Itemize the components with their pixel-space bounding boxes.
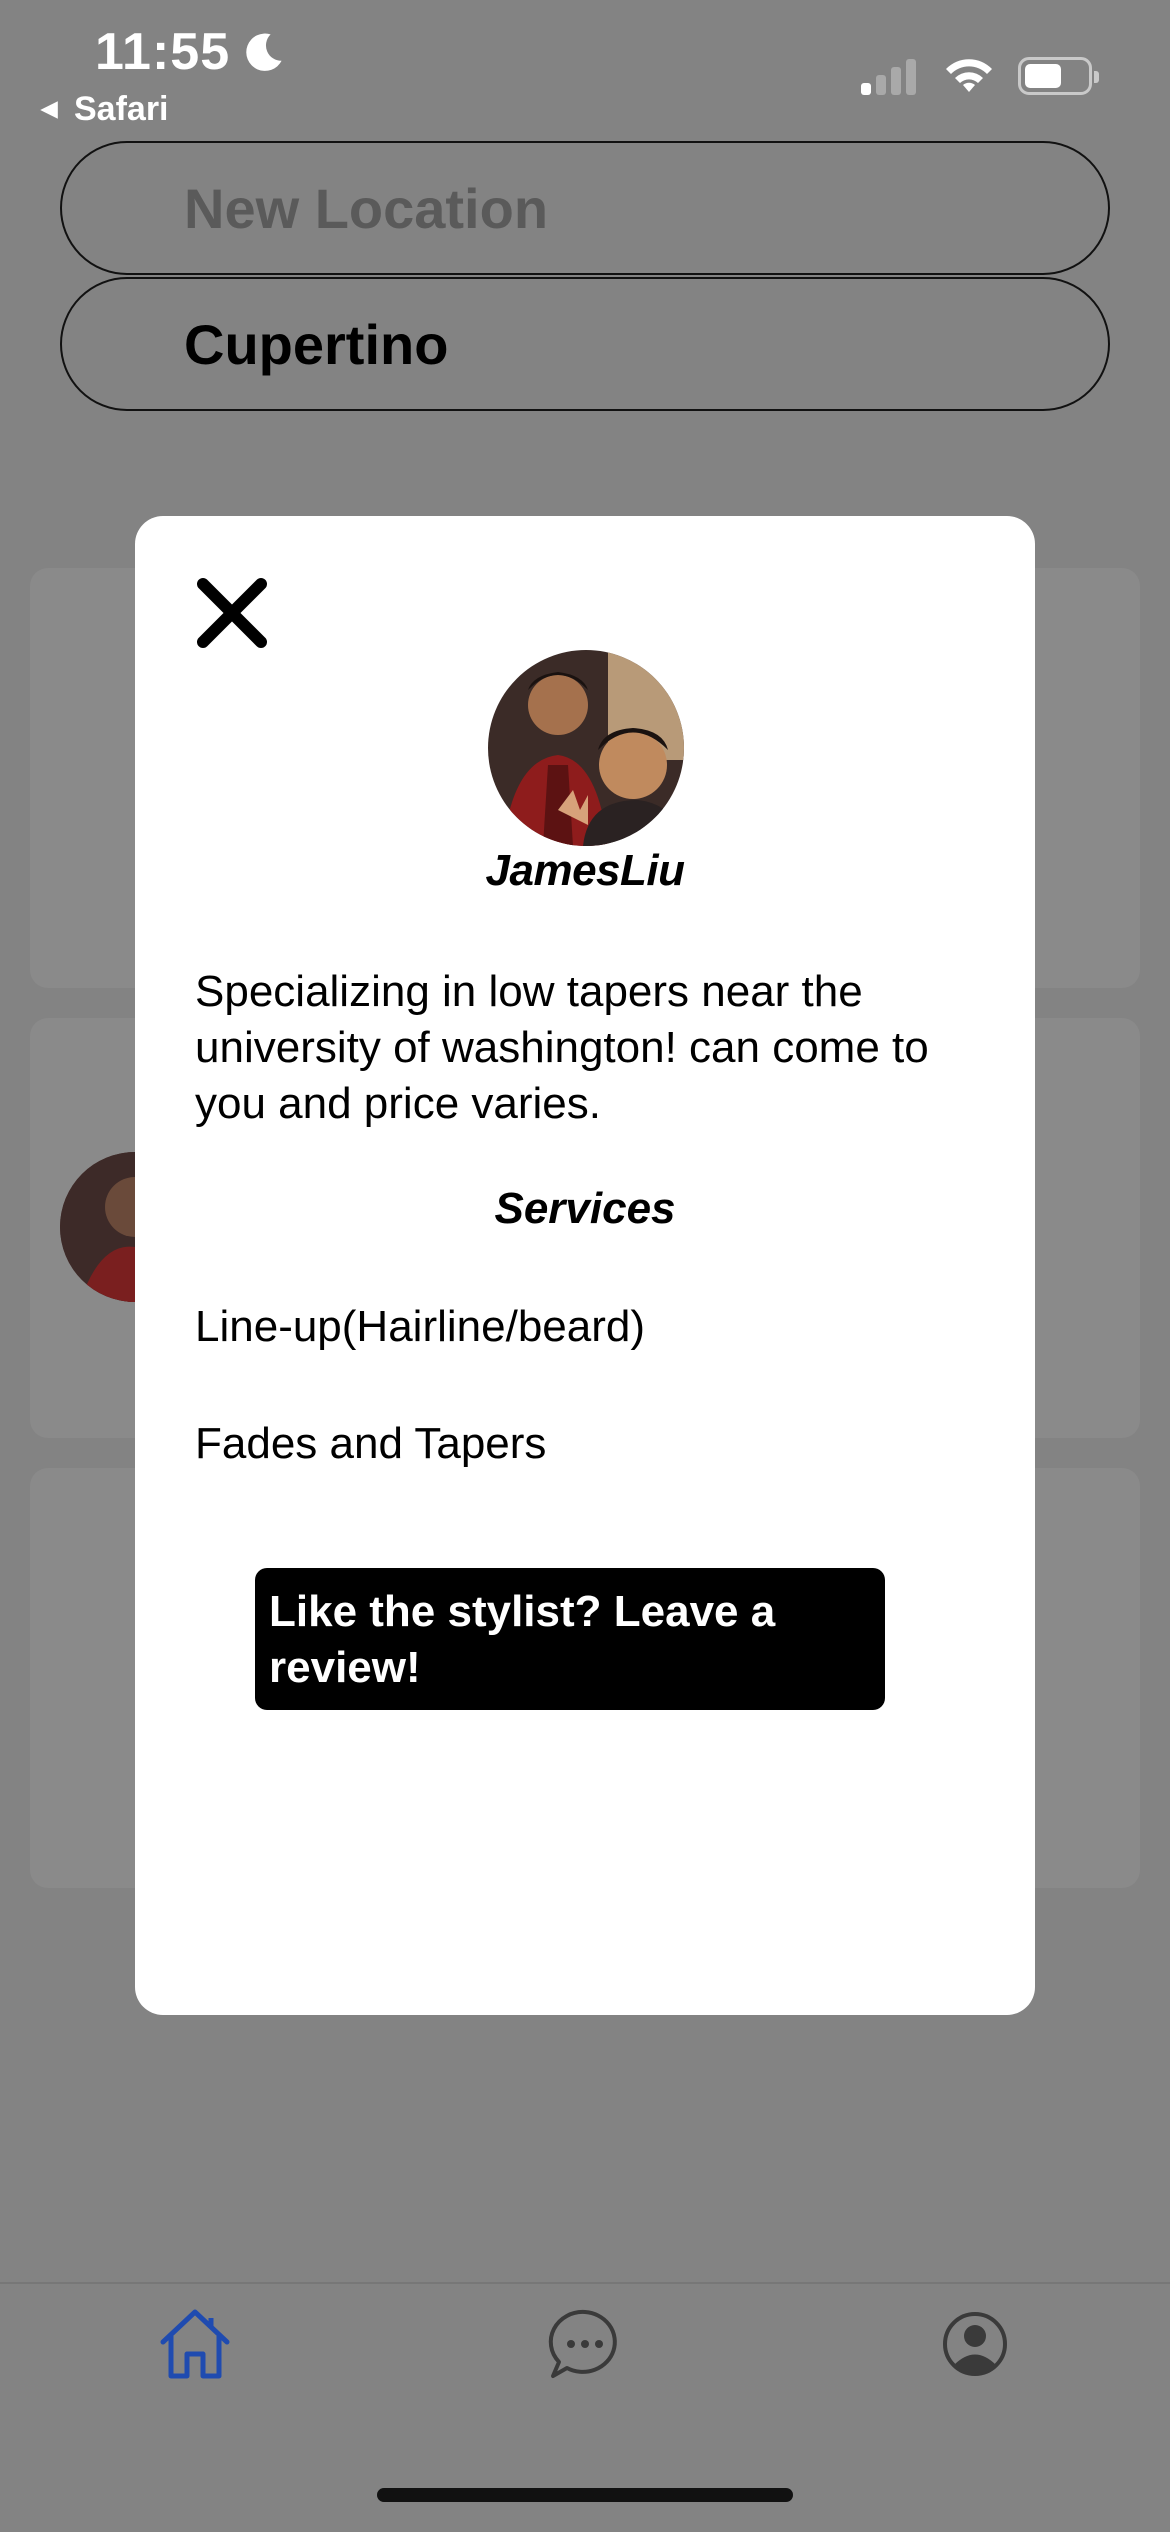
home-indicator <box>377 2488 793 2502</box>
wifi-icon <box>946 59 992 92</box>
leave-review-button[interactable]: Like the stylist? Leave a review! <box>255 1568 885 1710</box>
moon-icon <box>246 33 282 71</box>
chat-icon[interactable] <box>545 2304 625 2384</box>
service-item: Fades and Tapers <box>195 1419 547 1468</box>
status-time: 11:55 <box>95 22 286 82</box>
new-location-input[interactable]: New Location <box>60 141 1110 275</box>
new-location-placeholder: New Location <box>184 176 549 240</box>
stylist-profile-modal: JamesLiu Specializing in low tapers near… <box>135 516 1035 2015</box>
cellular-signal-icon <box>856 57 916 95</box>
stylist-username: JamesLiu <box>485 846 685 895</box>
service-item: Line-up(Hairline/beard) <box>195 1302 646 1351</box>
status-time-text: 11:55 <box>95 23 231 81</box>
services-heading: Services <box>494 1184 676 1233</box>
back-arrow-icon <box>40 100 58 119</box>
profile-icon[interactable] <box>935 2304 1015 2384</box>
close-icon[interactable] <box>193 574 271 652</box>
back-to-safari[interactable]: Safari <box>38 90 169 129</box>
current-location-value: Cupertino <box>184 312 449 376</box>
back-app-label: Safari <box>74 90 169 128</box>
stylist-avatar <box>488 650 684 846</box>
home-icon[interactable] <box>155 2304 235 2384</box>
stylist-bio: Specializing in low tapers near the univ… <box>195 967 929 1128</box>
battery-icon <box>1018 57 1099 95</box>
current-location-field[interactable]: Cupertino <box>60 277 1110 411</box>
status-indicators <box>856 56 1099 96</box>
